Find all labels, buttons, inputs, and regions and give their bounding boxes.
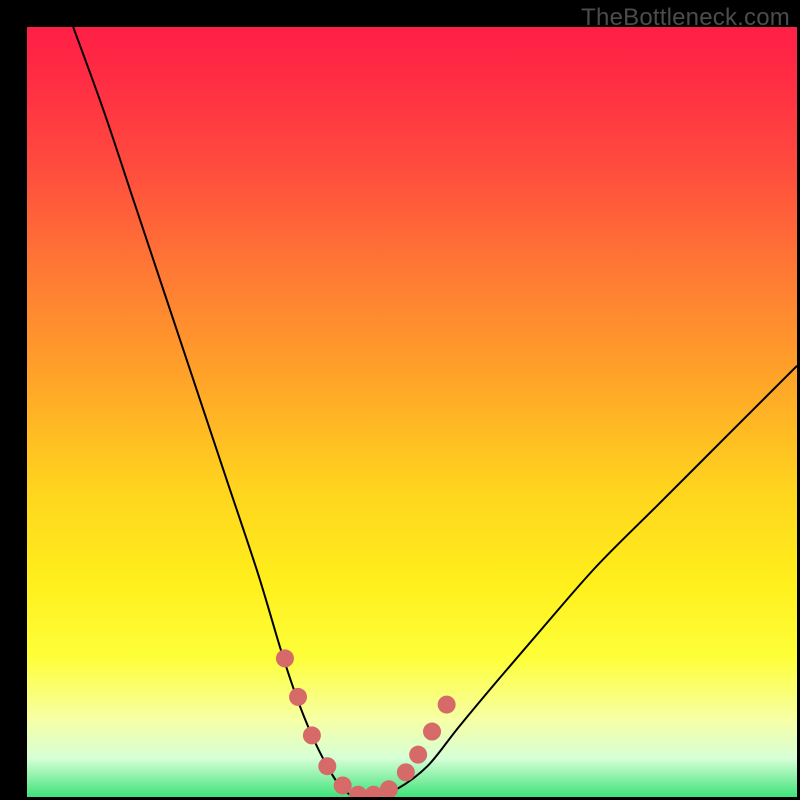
highlight-marker [397,763,415,781]
highlight-marker [318,757,336,775]
chart-svg [27,27,797,797]
highlight-marker [380,780,398,797]
highlight-marker [276,649,294,667]
highlight-marker [289,688,307,706]
highlight-markers [276,649,456,797]
plot-area [27,27,797,797]
highlight-marker [423,723,441,741]
bottleneck-curve-line [73,27,797,797]
highlight-marker [334,776,352,794]
highlight-marker [438,696,456,714]
highlight-marker [365,786,383,797]
highlight-marker [303,726,321,744]
highlight-marker [409,746,427,764]
highlight-marker [349,786,367,797]
